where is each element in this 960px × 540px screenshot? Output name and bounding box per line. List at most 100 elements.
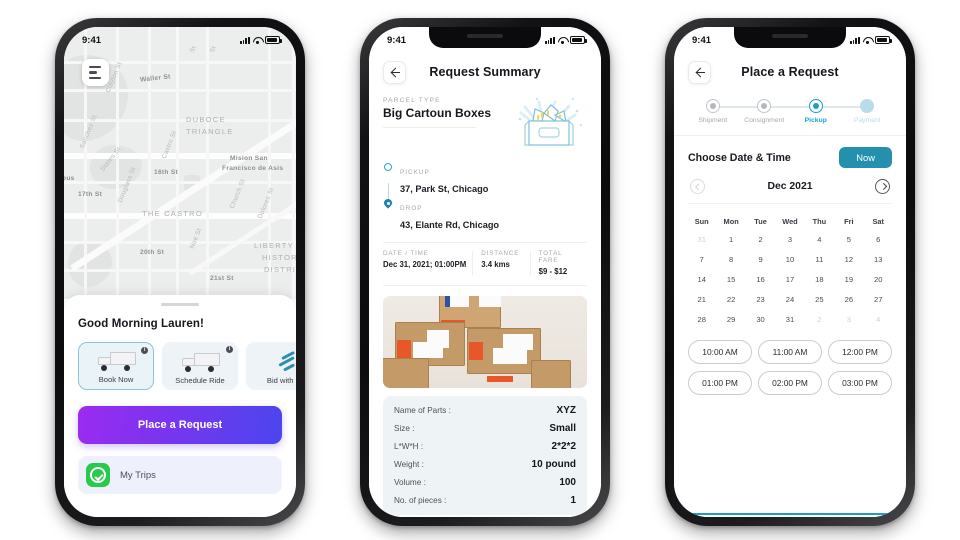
service-card-schedule-ride[interactable]: i Schedule Ride: [162, 342, 238, 390]
calendar-day[interactable]: 5: [834, 230, 863, 250]
now-button[interactable]: Now: [839, 147, 892, 168]
map-label: LIBERTY S: [254, 241, 296, 250]
calendar-day[interactable]: 17: [775, 270, 804, 290]
step-consignment[interactable]: Consignment: [739, 99, 814, 124]
time-slot[interactable]: 03:00 PM: [828, 370, 892, 395]
metric-caption: TOTAL FARE: [538, 250, 563, 264]
step-shipment[interactable]: Shipment: [687, 99, 762, 124]
battery-icon: [265, 36, 282, 44]
specs-card: Name of Parts : XYZ Size : Small L*W*H :…: [383, 396, 587, 515]
request-header: Place a Request: [674, 53, 906, 87]
service-card-list: i Book Now i Schedule Ride Bid with: [78, 342, 296, 390]
spec-value: Small: [549, 423, 576, 434]
calendar-day[interactable]: 9: [746, 250, 775, 270]
pickup-stop[interactable]: PICKUP 37, Park St, Chicago: [383, 161, 587, 197]
calendar-day[interactable]: 29: [716, 310, 745, 330]
spec-row: L*W*H : 2*2*2: [394, 441, 576, 452]
calendar-day[interactable]: 3: [834, 310, 863, 330]
calendar-day[interactable]: 27: [864, 290, 893, 310]
calendar-day[interactable]: 31: [687, 230, 716, 250]
calendar-day[interactable]: 7: [687, 250, 716, 270]
summary-page: Request Summary PARCEL TYPE Big Cartoun …: [369, 27, 601, 517]
calendar-day[interactable]: 24: [775, 290, 804, 310]
service-card-label: Book Now: [98, 375, 134, 384]
calendar-day[interactable]: 31: [775, 310, 804, 330]
metric-date-time: DATE / TIME Dec 31, 2021; 01:00PM: [383, 250, 472, 276]
chevron-right-icon[interactable]: [874, 179, 890, 194]
calendar-day[interactable]: 8: [716, 250, 745, 270]
sheet-grabber[interactable]: [161, 303, 199, 306]
calendar-day[interactable]: 11: [805, 250, 834, 270]
info-badge-icon[interactable]: i: [226, 346, 233, 353]
metric-total-fare: TOTAL FARE $9 - $12: [529, 250, 587, 276]
weekday-label: Fri: [844, 216, 854, 226]
service-card-bid-with-driver[interactable]: Bid with D: [246, 342, 296, 390]
calendar-day[interactable]: 10: [775, 250, 804, 270]
time-slot[interactable]: 11:00 AM: [758, 339, 822, 364]
step-pickup[interactable]: Pickup: [790, 99, 865, 124]
drop-stop[interactable]: DROP 43, Elante Rd, Chicago: [383, 197, 587, 233]
divider: [383, 285, 587, 286]
calendar-day[interactable]: 16: [746, 270, 775, 290]
step-label: Pickup: [804, 117, 827, 124]
calendar-day[interactable]: 18: [805, 270, 834, 290]
calendar-day[interactable]: 21: [687, 290, 716, 310]
weekday-label: Thu: [812, 216, 827, 226]
calendar-day[interactable]: 2: [746, 230, 775, 250]
map-label: 21st St: [210, 275, 234, 282]
time-slot[interactable]: 12:00 PM: [828, 339, 892, 364]
map-road: [64, 269, 296, 272]
month-navigation: Dec 2021: [674, 168, 906, 194]
info-badge-icon[interactable]: i: [141, 347, 148, 354]
step-label: Payment: [853, 117, 881, 124]
calendar-day[interactable]: 15: [716, 270, 745, 290]
spec-row: No. of pieces : 1: [394, 495, 576, 506]
calendar-day[interactable]: 28: [687, 310, 716, 330]
time-slot[interactable]: 10:00 AM: [688, 339, 752, 364]
device-notch: [734, 27, 846, 48]
request-summary-screen: 9:41 Request Summary PARCEL TYPE Big Car…: [369, 27, 601, 517]
spec-value: 1: [570, 495, 576, 506]
calendar-day[interactable]: 22: [716, 290, 745, 310]
calendar-grid: Sun Mon Tue Wed Thu Fri Sat 31 1 2 3 4 5…: [674, 204, 906, 330]
place-a-request-button[interactable]: Place a Request: [78, 406, 282, 444]
back-arrow-icon[interactable]: [688, 60, 711, 84]
calendar-day[interactable]: 2: [805, 310, 834, 330]
spec-value: 10 pound: [531, 459, 576, 470]
calendar-day[interactable]: 26: [834, 290, 863, 310]
weekday-label: Tue: [754, 216, 767, 226]
calendar-day[interactable]: 1: [716, 230, 745, 250]
calendar-day[interactable]: 23: [746, 290, 775, 310]
calendar-day[interactable]: 4: [805, 230, 834, 250]
spec-value: XYZ: [556, 405, 576, 416]
map-canvas[interactable]: Waller St DUBOCE TRIANGLE Castro St 16th…: [64, 27, 296, 299]
calendar-day[interactable]: 20: [864, 270, 893, 290]
summary-header: Request Summary: [369, 53, 601, 87]
calendar-week-row: 21 22 23 24 25 26 27: [687, 290, 893, 310]
calendar-day[interactable]: 6: [864, 230, 893, 250]
chevron-left-icon[interactable]: [690, 179, 705, 194]
signal-icon: [544, 36, 555, 44]
back-arrow-icon[interactable]: [383, 60, 406, 84]
service-card-book-now[interactable]: i Book Now: [78, 342, 154, 390]
map-label: Francisco de Asis: [222, 165, 284, 172]
calendar-day[interactable]: 12: [834, 250, 863, 270]
calendar-day[interactable]: 19: [834, 270, 863, 290]
calendar-day[interactable]: 4: [864, 310, 893, 330]
calendar-day[interactable]: 13: [864, 250, 893, 270]
calendar-day[interactable]: 3: [775, 230, 804, 250]
time-slot[interactable]: 01:00 PM: [688, 370, 752, 395]
calendar-day[interactable]: 25: [805, 290, 834, 310]
parcel-type-caption: PARCEL TYPE: [383, 97, 441, 104]
circle-outline-icon: [383, 161, 393, 171]
map-label: THE CASTRO: [142, 209, 203, 218]
service-card-label: Schedule Ride: [175, 376, 225, 385]
my-trips-row[interactable]: My Trips: [78, 456, 282, 494]
step-payment[interactable]: Payment: [842, 99, 894, 124]
calendar-day[interactable]: 14: [687, 270, 716, 290]
calendar-day[interactable]: 30: [746, 310, 775, 330]
time-slot[interactable]: 02:00 PM: [758, 370, 822, 395]
hamburger-menu-icon[interactable]: [82, 59, 109, 86]
spec-row: Weight : 10 pound: [394, 459, 576, 470]
map-label: HISTOR: [262, 253, 296, 262]
